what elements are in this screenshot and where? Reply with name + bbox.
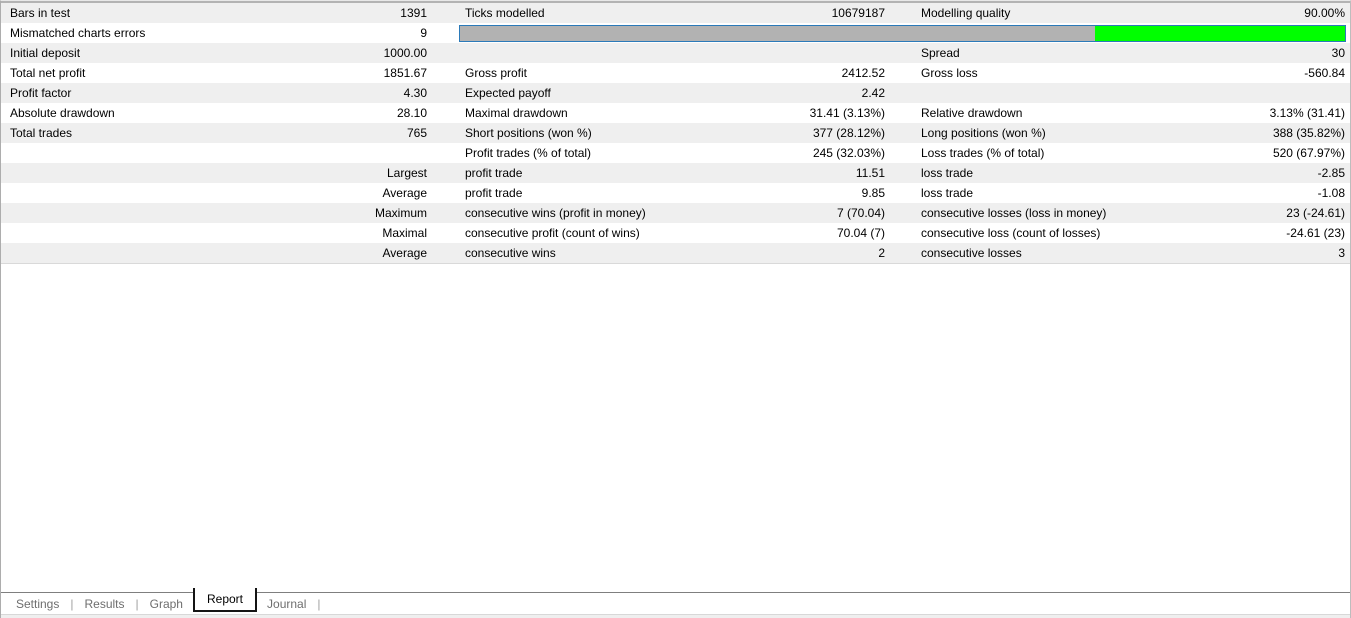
stat-label: Mismatched charts errors <box>10 26 146 40</box>
report-row: Largest profit trade 11.51 loss trade -2.8… <box>1 163 1350 183</box>
stat-value: 30 <box>1331 46 1345 60</box>
stat-label: Long positions (won %) <box>921 126 1046 140</box>
stat-label: Maximal drawdown <box>465 106 568 120</box>
stat-value: 31.41 (3.13%) <box>809 106 885 120</box>
stat-value: Maximal <box>382 226 427 240</box>
report-empty-area <box>1 264 1350 592</box>
report-table: Bars in test 1391 Ticks modelled 10679187 … <box>1 1 1350 264</box>
stat-value: 2 <box>878 246 885 260</box>
stat-value: Average <box>382 186 427 200</box>
stat-value: 377 (28.12%) <box>812 126 885 140</box>
stat-value: 2412.52 <box>841 66 885 80</box>
modelling-quality-bar-gray <box>460 26 1096 41</box>
report-row: Profit factor 4.30 Expected payoff 2.42 <box>1 83 1350 103</box>
tester-tab-bar: Settings Results Graph Report Journal <box>1 588 1350 614</box>
stat-label: consecutive wins <box>465 246 556 260</box>
stat-value: Largest <box>386 166 427 180</box>
stat-label: consecutive loss (count of losses) <box>921 226 1101 240</box>
stat-value: 1391 <box>400 6 427 20</box>
tab-separator <box>317 597 320 611</box>
stat-value: Average <box>382 246 427 260</box>
modelling-quality-bar <box>459 25 1346 42</box>
stat-label: consecutive profit (count of wins) <box>465 226 640 240</box>
stat-label: Total trades <box>10 126 73 140</box>
stat-label: Loss trades (% of total) <box>921 146 1045 160</box>
stat-value: 520 (67.97%) <box>1272 146 1345 160</box>
stat-value: 1000.00 <box>383 46 427 60</box>
report-row: Total net profit 1851.67 Gross profit 2412… <box>1 63 1350 83</box>
tab-graph[interactable]: Graph <box>140 597 193 611</box>
stat-label: consecutive wins (profit in money) <box>465 206 646 220</box>
report-row: Mismatched charts errors 9 <box>1 23 1350 43</box>
stat-label: Gross loss <box>921 66 978 80</box>
stat-value: -560.84 <box>1304 66 1345 80</box>
stat-value: 3.13% (31.41) <box>1269 106 1345 120</box>
stat-value: 3 <box>1338 246 1345 260</box>
report-row: Bars in test 1391 Ticks modelled 10679187 … <box>1 3 1350 23</box>
stat-label: Profit factor <box>10 86 72 100</box>
stat-label: Expected payoff <box>465 86 551 100</box>
stat-value: 7 (70.04) <box>836 206 885 220</box>
report-row: Average consecutive wins 2 consecutive lo… <box>1 243 1350 263</box>
tab-separator <box>70 597 73 611</box>
stat-value: 90.00% <box>1304 6 1345 20</box>
tab-settings[interactable]: Settings <box>6 597 69 611</box>
stat-value: -1.08 <box>1317 186 1345 200</box>
stat-value: -24.61 (23) <box>1286 226 1345 240</box>
stat-label: Relative drawdown <box>921 106 1023 120</box>
report-row: Average profit trade 9.85 loss trade -1.08 <box>1 183 1350 203</box>
tab-separator <box>136 597 139 611</box>
stat-value: 28.10 <box>396 106 427 120</box>
stat-label: consecutive losses (loss in money) <box>921 206 1107 220</box>
report-row: Profit trades (% of total) 245 (32.03%) L… <box>1 143 1350 163</box>
stat-value: 1851.67 <box>383 66 427 80</box>
stat-value: 2.42 <box>861 86 885 100</box>
stat-label: loss trade <box>921 186 974 200</box>
report-row: Absolute drawdown 28.10 Maximal drawdown 3… <box>1 103 1350 123</box>
stat-label: consecutive losses <box>921 246 1022 260</box>
stat-label: Profit trades (% of total) <box>465 146 592 160</box>
stat-label: Ticks modelled <box>465 6 545 20</box>
stat-value: 9 <box>420 26 427 40</box>
modelling-quality-bar-green <box>1095 26 1345 41</box>
report-row: Initial deposit 1000.00 Spread 30 <box>1 43 1350 63</box>
stat-value: 9.85 <box>861 186 885 200</box>
tab-journal[interactable]: Journal <box>257 597 316 611</box>
strategy-tester-report-panel: Bars in test 1391 Ticks modelled 10679187 … <box>0 0 1351 618</box>
bottom-strip <box>1 614 1350 618</box>
report-row: Maximal consecutive profit (count of win… <box>1 223 1350 243</box>
stat-value: 11.51 <box>855 166 885 180</box>
stat-value: 245 (32.03%) <box>812 146 885 160</box>
stat-value: Maximum <box>374 206 427 220</box>
stat-value: 10679187 <box>831 6 885 20</box>
stat-value: 765 <box>406 126 427 140</box>
stat-value: 70.04 (7) <box>836 226 885 240</box>
stat-value: 388 (35.82%) <box>1272 126 1345 140</box>
stat-value: 23 (-24.61) <box>1286 206 1345 220</box>
stat-label: Gross profit <box>465 66 528 80</box>
stat-label: Spread <box>921 46 960 60</box>
stat-label: Bars in test <box>10 6 71 20</box>
stat-value: -2.85 <box>1317 166 1345 180</box>
tab-results[interactable]: Results <box>74 597 134 611</box>
stat-label: Total net profit <box>10 66 86 80</box>
stat-label: profit trade <box>465 186 523 200</box>
tab-report[interactable]: Report <box>192 588 258 612</box>
report-row: Maximum consecutive wins (profit in mone… <box>1 203 1350 223</box>
stat-label: Absolute drawdown <box>10 106 115 120</box>
stat-label: Short positions (won %) <box>465 126 592 140</box>
stat-label: profit trade <box>465 166 523 180</box>
stat-label: Modelling quality <box>921 6 1011 20</box>
stat-label: loss trade <box>921 166 974 180</box>
stat-value: 4.30 <box>403 86 427 100</box>
stat-label: Initial deposit <box>10 46 81 60</box>
report-row: Total trades 765 Short positions (won %) 3… <box>1 123 1350 143</box>
